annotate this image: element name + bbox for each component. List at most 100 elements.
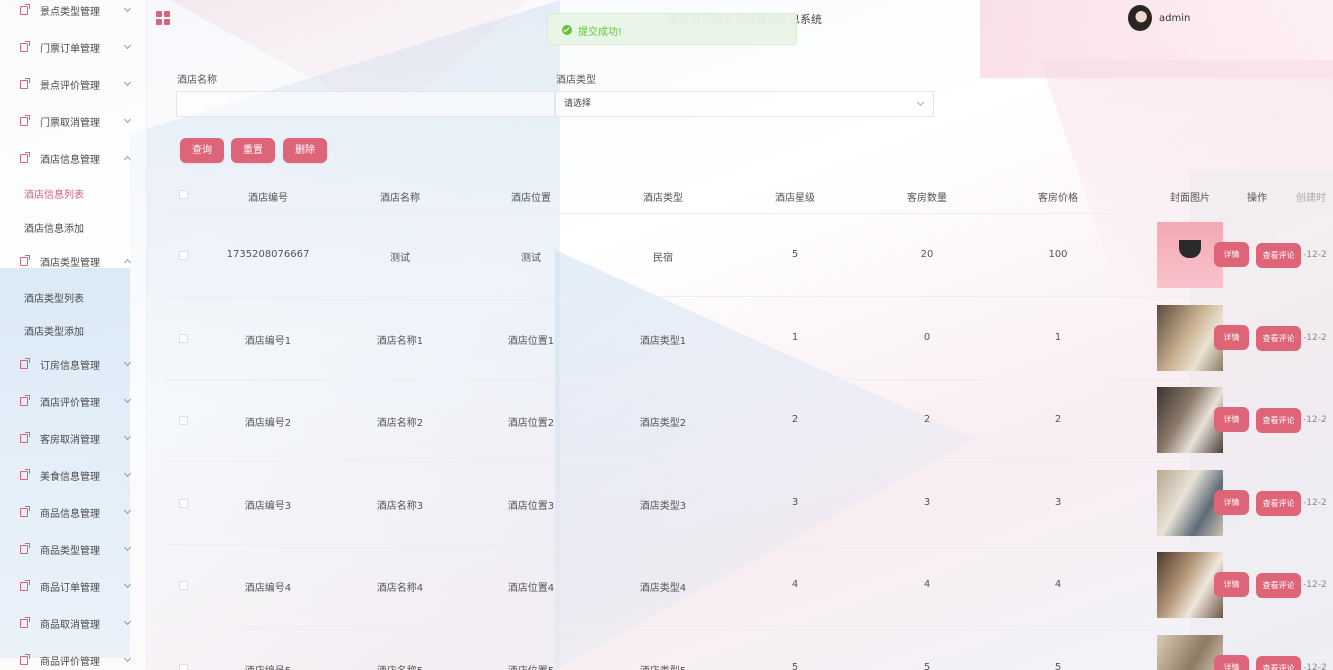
table-cell-id: 1735208076667 bbox=[226, 249, 310, 260]
table-cell-price: 4 bbox=[1054, 579, 1062, 590]
view-comments-button[interactable]: 查看评论 bbox=[1256, 408, 1301, 433]
sidebar-item[interactable]: 美食信息管理 bbox=[0, 460, 146, 490]
table-cell-price: 5 bbox=[1054, 661, 1062, 670]
select-all-checkbox[interactable] bbox=[179, 190, 188, 199]
view-comments-button[interactable]: 查看评论 bbox=[1256, 325, 1301, 351]
divider bbox=[165, 378, 1333, 380]
menu-icon bbox=[20, 254, 30, 266]
column-header: 客房价格 bbox=[1038, 193, 1078, 204]
sidebar-item-label: 景点类型管理 bbox=[40, 6, 100, 18]
menu-icon bbox=[20, 542, 30, 554]
sidebar-item-label: 酒店类型管理 bbox=[40, 257, 100, 269]
column-header: 封面图片 bbox=[1170, 193, 1210, 204]
sidebar-item-label: 美食信息管理 bbox=[40, 471, 100, 483]
query-button[interactable]: 查询 bbox=[180, 138, 224, 163]
view-comments-button[interactable]: 查看评论 bbox=[1256, 243, 1301, 268]
detail-button[interactable]: 详情 bbox=[1214, 489, 1249, 515]
chevron-down-icon bbox=[123, 115, 132, 124]
success-toast: 提交成功! bbox=[547, 13, 797, 45]
sidebar-item[interactable]: 门票订单管理 bbox=[0, 32, 146, 62]
detail-button[interactable]: 详情 bbox=[1214, 572, 1249, 597]
table-cell-type: 酒店类型4 bbox=[639, 583, 687, 594]
table-cell-date: -12-2 bbox=[1303, 497, 1327, 508]
detail-button[interactable]: 详情 bbox=[1214, 324, 1249, 350]
chevron-down-icon bbox=[123, 432, 132, 441]
bg-shard bbox=[980, 0, 1333, 78]
sidebar-item[interactable]: 商品类型管理 bbox=[0, 534, 146, 564]
table-cell-location: 酒店位置4 bbox=[507, 583, 555, 594]
menu-toggle-icon[interactable] bbox=[156, 11, 170, 25]
sidebar-item-label: 商品取消管理 bbox=[40, 619, 100, 631]
table-cell-location: 酒店位置5 bbox=[471, 662, 591, 670]
divider bbox=[165, 543, 1333, 545]
menu-icon bbox=[20, 357, 30, 369]
row-checkbox[interactable] bbox=[179, 333, 188, 343]
divider bbox=[165, 626, 1333, 627]
menu-icon bbox=[20, 394, 30, 406]
table-cell-star: 3 bbox=[791, 496, 799, 508]
chevron-down-icon bbox=[123, 395, 132, 404]
table-cell-date: -12-2 bbox=[1303, 580, 1327, 590]
sidebar-subitem[interactable]: 酒店信息添加 bbox=[24, 220, 84, 235]
sidebar-item[interactable]: 酒店评价管理 bbox=[0, 386, 146, 416]
menu-icon bbox=[20, 114, 30, 126]
chevron-down-icon bbox=[123, 506, 132, 515]
column-header: 酒店类型 bbox=[643, 193, 683, 204]
sidebar-item[interactable]: 订房信息管理 bbox=[0, 349, 146, 379]
table-cell-location: 酒店位置2 bbox=[507, 418, 555, 429]
column-header: 操作 bbox=[1247, 193, 1267, 204]
sidebar-item[interactable]: 门票取消管理 bbox=[0, 106, 146, 136]
table-cell-id: 酒店编号2 bbox=[244, 418, 292, 429]
menu-icon bbox=[20, 431, 30, 443]
table-cell-star: 4 bbox=[791, 579, 799, 590]
table-cell-id: 酒店编号4 bbox=[244, 583, 292, 594]
column-header: 酒店星级 bbox=[775, 193, 815, 204]
detail-button[interactable]: 详情 bbox=[1214, 242, 1249, 267]
table-cell-type: 酒店类型2 bbox=[639, 418, 687, 429]
table-cell-type: 酒店类型3 bbox=[639, 500, 687, 512]
chevron-down-icon bbox=[123, 4, 132, 13]
user-name[interactable]: admin bbox=[1159, 13, 1190, 24]
table-cell-name: 酒店名称2 bbox=[376, 418, 424, 429]
sidebar-item[interactable]: 商品取消管理 bbox=[0, 608, 146, 638]
reset-button[interactable]: 重置 bbox=[231, 138, 275, 163]
sidebar-subitem[interactable]: 酒店类型列表 bbox=[24, 290, 84, 305]
view-comments-button[interactable]: 查看评论 bbox=[1256, 573, 1301, 598]
table-cell-id: 酒店编号1 bbox=[244, 335, 292, 347]
row-checkbox[interactable] bbox=[179, 498, 188, 508]
sidebar-item[interactable]: 景点评价管理 bbox=[0, 69, 146, 99]
sidebar-item-label: 景点评价管理 bbox=[40, 80, 100, 92]
sidebar-item[interactable]: 酒店信息管理 bbox=[0, 143, 146, 173]
divider bbox=[165, 213, 1333, 214]
avatar[interactable] bbox=[1128, 5, 1152, 31]
sidebar-item[interactable]: 客房取消管理 bbox=[0, 423, 146, 453]
sidebar-item[interactable]: 酒店类型管理 bbox=[0, 246, 146, 276]
sidebar-item[interactable]: 商品订单管理 bbox=[0, 571, 146, 601]
row-checkbox[interactable] bbox=[179, 581, 188, 590]
menu-icon bbox=[20, 616, 30, 628]
delete-button[interactable]: 删除 bbox=[283, 138, 327, 163]
detail-button[interactable]: 详情 bbox=[1214, 407, 1249, 432]
column-header: 创建时 bbox=[1296, 193, 1326, 204]
hotel-type-select[interactable]: 请选择 bbox=[555, 91, 934, 117]
sidebar-item[interactable]: 商品评价管理 bbox=[0, 645, 146, 670]
detail-button[interactable]: 详情 bbox=[1214, 654, 1249, 670]
sidebar-subitem[interactable]: 酒店类型添加 bbox=[24, 323, 84, 338]
row-checkbox[interactable] bbox=[179, 251, 188, 260]
table-cell-rooms: 0 bbox=[923, 331, 931, 343]
sidebar-item[interactable]: 景点类型管理 bbox=[0, 0, 146, 25]
sidebar-item[interactable]: 商品信息管理 bbox=[0, 497, 146, 527]
column-header: 酒店编号 bbox=[248, 193, 288, 204]
view-comments-button[interactable]: 查看评论 bbox=[1256, 490, 1301, 516]
chevron-down-icon bbox=[123, 580, 132, 589]
sidebar-subitem[interactable]: 酒店信息列表 bbox=[24, 186, 84, 201]
menu-icon bbox=[20, 505, 30, 517]
row-checkbox[interactable] bbox=[179, 663, 188, 670]
view-comments-button[interactable]: 查看评论 bbox=[1256, 655, 1301, 670]
row-checkbox[interactable] bbox=[179, 416, 188, 425]
table-cell-rooms: 2 bbox=[923, 414, 931, 425]
table-cell-name: 酒店名称5 bbox=[340, 662, 460, 670]
menu-icon bbox=[20, 579, 30, 591]
menu-icon bbox=[20, 151, 30, 163]
hotel-name-input[interactable] bbox=[176, 91, 555, 117]
